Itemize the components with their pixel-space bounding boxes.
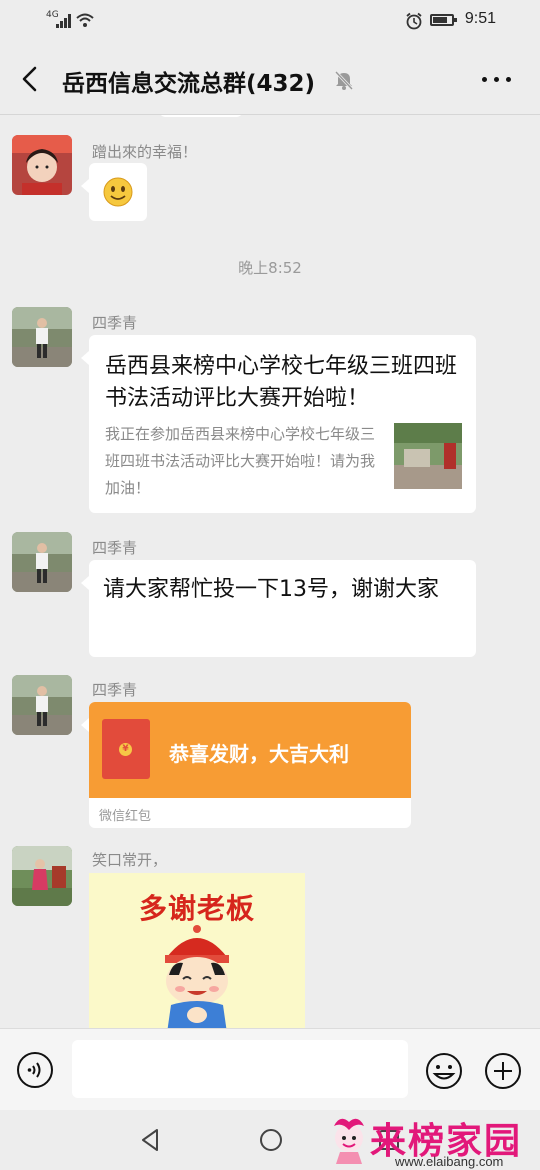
red-packet-body: ¥ 恭喜发财，大吉大利 — [89, 702, 411, 798]
wifi-icon — [76, 13, 94, 27]
emoji-icon[interactable] — [424, 1051, 464, 1091]
battery-icon — [430, 14, 457, 26]
input-bar — [0, 1028, 540, 1111]
status-bar: 4G 9:51 — [0, 0, 540, 44]
chat-list[interactable]: 蹭出來的幸福！ 晚上8:52 四季青 岳西县来榜中心学校七年级三班四班书法活动评… — [0, 115, 540, 1028]
message-bubble[interactable] — [81, 163, 147, 221]
sticker-caption: 多谢老板 — [138, 892, 255, 925]
message-input[interactable] — [72, 1040, 408, 1098]
sender-name: 四季青 — [92, 681, 138, 699]
watermark-url: www.elaibang.com — [395, 1154, 504, 1169]
red-packet[interactable]: ¥ 恭喜发财，大吉大利 微信红包 — [81, 702, 411, 828]
system-nav-bar: 来榜家园 www.elaibang.com — [0, 1110, 540, 1170]
avatar-man[interactable] — [12, 532, 72, 592]
avatar-man-image — [12, 307, 72, 367]
smile-emoji-icon — [103, 177, 133, 207]
alarm-icon — [406, 12, 422, 30]
sender-name: 笑口常开， — [92, 851, 168, 869]
previous-bubble-edge — [160, 115, 242, 117]
link-card-thumbnail — [394, 423, 462, 489]
sender-name: 四季青 — [92, 314, 138, 332]
plus-icon[interactable] — [483, 1051, 523, 1091]
time-separator: 晚上8:52 — [238, 259, 302, 277]
back-arrow-icon[interactable] — [14, 62, 48, 96]
mute-bell-icon — [334, 70, 354, 91]
link-card[interactable]: 岳西县来榜中心学校七年级三班四班书法活动评比大赛开始啦！ 我正在参加岳西县来榜中… — [81, 335, 476, 513]
avatar-man[interactable] — [12, 675, 72, 735]
message-text: 请大家帮忙投一下13号，谢谢大家 — [103, 577, 439, 602]
watermark-logo-icon — [334, 1118, 364, 1164]
avatar-man-image — [12, 532, 72, 592]
more-options-icon[interactable] — [482, 74, 512, 84]
link-card-title: 岳西县来榜中心学校七年级三班四班书法活动评比大赛开始啦！ — [105, 354, 458, 411]
signal-icon — [56, 14, 72, 28]
chat-header: 岳西信息交流总群(432) — [0, 44, 540, 115]
avatar-girl-image — [12, 135, 72, 195]
chat-title: 岳西信息交流总群(432) — [62, 71, 316, 97]
link-card-description: 我正在参加岳西县来榜中心学校七年级三班四班书法活动评比大赛开始啦！请为我加油！ — [105, 425, 376, 497]
sender-name: 蹭出來的幸福！ — [92, 143, 198, 161]
cartoon-boy-icon — [165, 925, 229, 1028]
voice-icon[interactable] — [16, 1051, 54, 1089]
red-envelope-icon: ¥ — [102, 719, 150, 779]
avatar-girl[interactable] — [12, 135, 72, 195]
avatar-woman[interactable] — [12, 846, 72, 906]
nav-back-icon[interactable] — [137, 1126, 165, 1154]
avatar-man[interactable] — [12, 307, 72, 367]
clock: 9:51 — [464, 10, 496, 27]
message-bubble[interactable]: 请大家帮忙投一下13号，谢谢大家 — [81, 560, 476, 657]
avatar-woman-image — [12, 846, 72, 906]
red-packet-label: 微信红包 — [99, 809, 152, 824]
sender-name: 四季青 — [92, 539, 138, 557]
red-packet-greeting: 恭喜发财，大吉大利 — [169, 742, 349, 766]
thanks-boss-sticker[interactable]: 多谢老板 — [89, 873, 305, 1028]
avatar-man-image — [12, 675, 72, 735]
nav-home-icon[interactable] — [257, 1126, 285, 1154]
